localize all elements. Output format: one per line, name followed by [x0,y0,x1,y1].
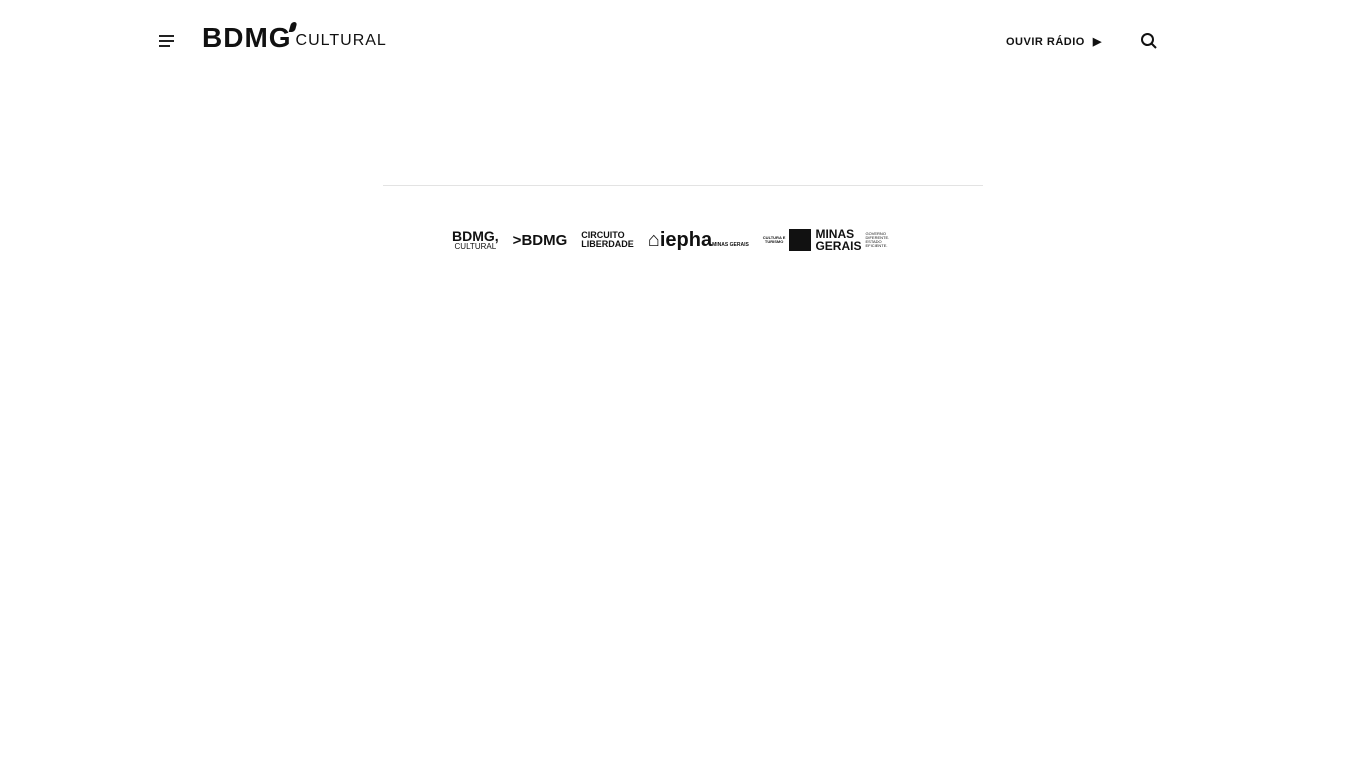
partner-bdmg-cultural[interactable]: BDMG, CULTURAL [452,229,499,251]
partner-bdmg[interactable]: >BDMG [513,233,568,248]
label: CULTURAL [454,242,497,251]
listen-radio-button[interactable]: OUVIR RÁDIO ▶ [1006,35,1102,49]
search-icon[interactable] [1140,32,1158,50]
partner-iepha[interactable]: ⌂iephaMINAS GERAIS [648,230,749,250]
logo-sub: CULTURAL [296,28,387,54]
label: EFICIENTE. [865,243,888,248]
divider [383,185,983,186]
menu-icon[interactable] [159,35,176,48]
site-logo[interactable]: BDMG CULTURAL [202,22,387,54]
radio-label: OUVIR RÁDIO [1006,35,1085,48]
play-icon: ▶ [1092,36,1102,48]
label: iepha [659,229,713,251]
partner-minas-gerais[interactable]: CULTURA E TURISMO MINAS GERAIS GOVERNO DIFE… [763,228,894,252]
partner-logos: BDMG, CULTURAL >BDMG CIRCUITO LIBERDADE ⌂i… [452,225,893,255]
label: TURISMO [764,239,784,244]
partner-circuito-liberdade[interactable]: CIRCUITO LIBERDADE [581,231,634,249]
label: MINAS GERAIS [712,242,749,248]
label: BDMG [521,231,568,249]
label: GERAIS [815,239,862,253]
minas-gerais-icon [789,229,812,251]
label: LIBERDADE [581,239,634,249]
logo-main: BDMG [202,22,292,53]
